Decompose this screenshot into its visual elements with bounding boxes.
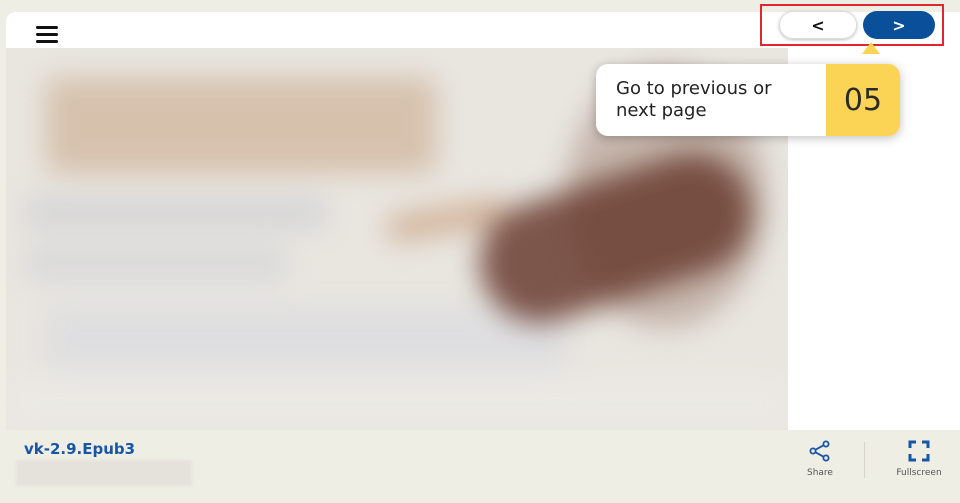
- footer-divider: [864, 442, 865, 478]
- menu-icon[interactable]: [36, 26, 58, 43]
- reader-footer: vk-2.9.Epub3 Share Fullscreen: [6, 430, 960, 491]
- tooltip-pointer: [862, 42, 880, 54]
- guide-tooltip: Go to previous or next page 05: [596, 64, 900, 136]
- fullscreen-label: Fullscreen: [896, 468, 942, 478]
- blurred-subtitle: [16, 460, 192, 486]
- next-page-button[interactable]: >: [863, 11, 935, 39]
- book-filename[interactable]: vk-2.9.Epub3: [24, 440, 135, 458]
- fullscreen-button[interactable]: Fullscreen: [886, 440, 952, 478]
- fullscreen-icon: [908, 440, 930, 462]
- menu-bar: [36, 40, 58, 43]
- previous-page-button[interactable]: <: [779, 11, 857, 39]
- share-icon: [809, 440, 830, 462]
- share-button[interactable]: Share: [800, 440, 840, 478]
- menu-bar: [36, 26, 58, 29]
- menu-bar: [36, 33, 58, 36]
- tooltip-text: Go to previous or next page: [616, 78, 772, 121]
- share-label: Share: [807, 468, 833, 478]
- tooltip-step-number: 05: [826, 64, 900, 136]
